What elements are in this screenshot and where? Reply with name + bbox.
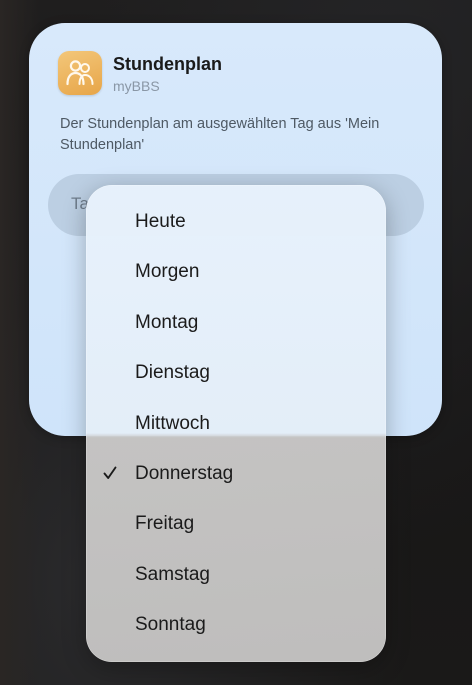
widget-description: Der Stundenplan am ausgewählten Tag aus … bbox=[60, 116, 380, 153]
menu-item-label: Dienstag bbox=[135, 362, 210, 384]
menu-item-montag[interactable]: Montag bbox=[86, 298, 386, 348]
checkmark-icon bbox=[103, 465, 117, 481]
app-icon bbox=[58, 51, 102, 95]
menu-item-label: Mittwoch bbox=[135, 412, 210, 434]
menu-item-label: Samstag bbox=[135, 563, 210, 585]
people-icon bbox=[66, 60, 94, 86]
menu-item-label: Morgen bbox=[135, 261, 200, 283]
app-subtitle: myBBS bbox=[113, 78, 160, 94]
menu-item-heute[interactable]: Heute bbox=[86, 197, 386, 247]
day-picker-list: Heute Morgen Montag Dienstag Mittwoch Do… bbox=[86, 197, 386, 651]
menu-item-label: Freitag bbox=[135, 513, 195, 535]
menu-item-samstag[interactable]: Samstag bbox=[86, 550, 386, 600]
menu-item-dienstag[interactable]: Dienstag bbox=[86, 348, 386, 398]
day-picker-menu[interactable]: Heute Morgen Montag Dienstag Mittwoch Do… bbox=[86, 185, 386, 662]
menu-item-label: Heute bbox=[135, 211, 186, 232]
menu-item-mittwoch[interactable]: Mittwoch bbox=[86, 399, 386, 449]
menu-item-donnerstag[interactable]: Donnerstag bbox=[86, 449, 386, 499]
menu-item-label: Sonntag bbox=[135, 614, 206, 636]
menu-item-label: Donnerstag bbox=[135, 462, 234, 484]
menu-item-sonntag[interactable]: Sonntag bbox=[86, 600, 386, 650]
app-title: Stundenplan bbox=[113, 54, 222, 74]
menu-item-freitag[interactable]: Freitag bbox=[86, 499, 386, 549]
menu-item-label: Montag bbox=[135, 311, 199, 333]
menu-item-morgen[interactable]: Morgen bbox=[86, 247, 386, 297]
